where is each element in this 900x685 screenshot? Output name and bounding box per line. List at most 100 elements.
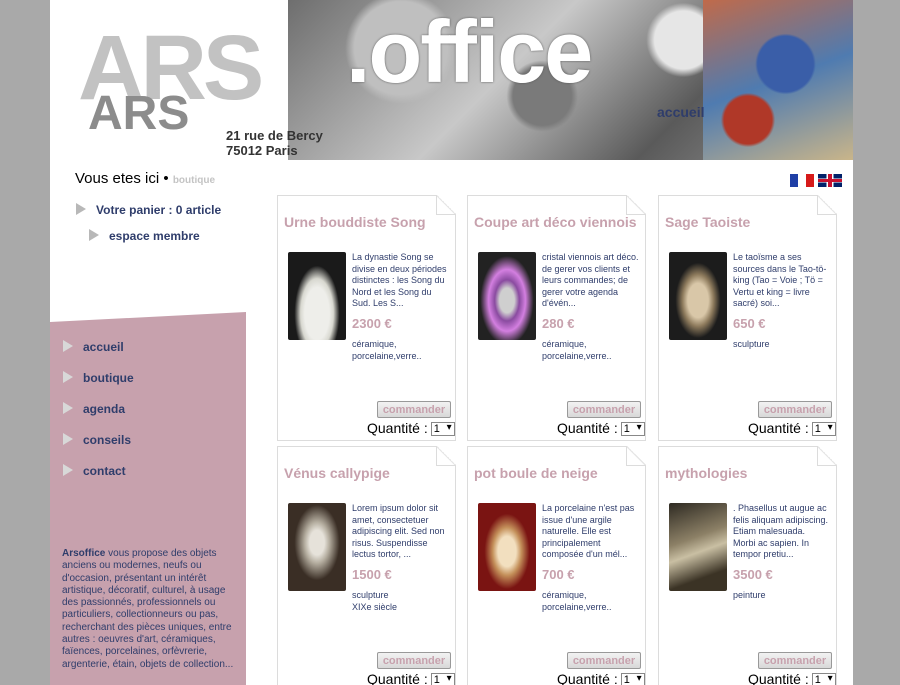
product-price: 650 €	[733, 316, 766, 331]
product-title[interactable]: mythologies	[665, 465, 747, 481]
page-fold-decoration	[817, 446, 837, 466]
main-nav: accueil boutique agenda conseils contact	[63, 340, 134, 495]
quantity-row: Quantité :1	[367, 420, 455, 436]
nav-item-agenda[interactable]: agenda	[63, 402, 134, 433]
breadcrumb-current[interactable]: boutique	[173, 175, 215, 186]
quantity-label: Quantité :	[748, 420, 809, 436]
quantity-row: Quantité :1	[748, 671, 836, 685]
product-description: cristal viennois art déco. de gerer vos …	[542, 252, 639, 308]
order-button[interactable]: commander	[567, 401, 641, 418]
order-button[interactable]: commander	[758, 401, 832, 418]
product-card: mythologies . Phasellus ut augue ac feli…	[658, 446, 837, 685]
order-button[interactable]: commander	[377, 652, 451, 669]
nav-item-label: contact	[83, 464, 126, 478]
cart-link[interactable]: Votre panier : 0 article	[76, 203, 221, 217]
page-fold-decoration	[817, 195, 837, 215]
quantity-select[interactable]: 1	[811, 422, 836, 436]
cart-label: Votre panier : 0 article	[96, 203, 222, 217]
product-description: . Phasellus ut augue ac felis aliquam ad…	[733, 503, 829, 559]
nav-item-label: agenda	[83, 402, 126, 416]
product-title[interactable]: Sage Taoiste	[665, 214, 750, 230]
product-image[interactable]	[288, 503, 346, 591]
product-image[interactable]	[288, 252, 346, 340]
about-text: Arsoffice vous propose des objets ancien…	[62, 548, 244, 671]
member-area-label: espace membre	[109, 229, 200, 243]
nav-item-accueil[interactable]: accueil	[63, 340, 134, 371]
arrow-right-icon	[63, 371, 73, 383]
arrow-right-icon	[63, 402, 73, 414]
product-title[interactable]: Vénus callypige	[284, 465, 390, 481]
about-description: vous propose des objets anciens ou moder…	[62, 548, 234, 670]
quantity-select[interactable]: 1	[430, 673, 455, 685]
small-logo-text: ARS	[88, 87, 190, 140]
product-category: céramique, porcelaine,verre..	[542, 590, 612, 612]
product-card: Coupe art déco viennois cristal viennois…	[467, 195, 646, 441]
nav-item-label: accueil	[83, 340, 124, 354]
arrow-right-icon	[63, 464, 73, 476]
order-button[interactable]: commander	[758, 652, 832, 669]
quantity-select[interactable]: 1	[811, 673, 836, 685]
product-title[interactable]: Coupe art déco viennois	[474, 214, 637, 230]
product-image[interactable]	[669, 252, 727, 340]
breadcrumb-label: Vous etes ici	[75, 170, 160, 187]
product-price: 280 €	[542, 316, 575, 331]
breadcrumb-separator: •	[163, 170, 169, 187]
product-image[interactable]	[478, 252, 536, 340]
arrow-right-icon	[89, 229, 99, 241]
order-button[interactable]: commander	[377, 401, 451, 418]
arrow-right-icon	[63, 340, 73, 352]
address-street: 21 rue de Bercy	[226, 128, 323, 143]
page-fold-decoration	[436, 195, 456, 215]
quantity-label: Quantité :	[748, 671, 809, 685]
quantity-row: Quantité :1	[557, 671, 645, 685]
page-fold-decoration	[626, 446, 646, 466]
product-description: Lorem ipsum dolor sit amet, consectetuer…	[352, 503, 445, 559]
product-category: céramique, porcelaine,verre..	[352, 339, 422, 361]
tibetan-art-image	[703, 0, 853, 160]
product-title[interactable]: Urne bouddiste Song	[284, 214, 426, 230]
breadcrumb: Vous etes ici • boutique	[75, 170, 215, 187]
arrow-right-icon	[76, 203, 86, 215]
member-area-link[interactable]: espace membre	[89, 229, 200, 243]
product-price: 3500 €	[733, 567, 773, 582]
quantity-select[interactable]: 1	[430, 422, 455, 436]
product-card: pot boule de neige La porcelaine n'est p…	[467, 446, 646, 685]
product-description: La porcelaine n'est pas issue d'une argi…	[542, 503, 635, 559]
address-city: 75012 Paris	[226, 143, 298, 158]
small-logo-icon[interactable]: ARS	[88, 90, 189, 150]
quantity-select[interactable]: 1	[620, 673, 645, 685]
header-accueil-link[interactable]: accueil	[657, 104, 704, 120]
product-image[interactable]	[478, 503, 536, 591]
fr-flag-icon[interactable]	[790, 174, 814, 187]
product-price: 1500 €	[352, 567, 392, 582]
quantity-label: Quantité :	[367, 420, 428, 436]
quantity-select[interactable]: 1	[620, 422, 645, 436]
nav-item-contact[interactable]: contact	[63, 464, 134, 495]
product-price: 700 €	[542, 567, 575, 582]
quantity-label: Quantité :	[367, 671, 428, 685]
quantity-row: Quantité :1	[367, 671, 455, 685]
about-brand: Arsoffice	[62, 548, 106, 559]
product-category: sculpture	[733, 339, 770, 349]
product-price: 2300 €	[352, 316, 392, 331]
product-description: Le taoïsme a ses sources dans le Tao-tö-…	[733, 252, 827, 308]
quantity-label: Quantité :	[557, 671, 618, 685]
product-category: céramique, porcelaine,verre..	[542, 339, 612, 361]
nav-item-conseils[interactable]: conseils	[63, 433, 134, 464]
uk-flag-icon[interactable]	[818, 174, 842, 187]
logo-office-text: .office	[346, 2, 593, 101]
arrow-right-icon	[63, 433, 73, 445]
product-description: La dynastie Song se divise en deux pério…	[352, 252, 447, 308]
product-title[interactable]: pot boule de neige	[474, 465, 598, 481]
order-button[interactable]: commander	[567, 652, 641, 669]
quantity-label: Quantité :	[557, 420, 618, 436]
language-switcher	[790, 174, 842, 187]
product-image[interactable]	[669, 503, 727, 591]
quantity-row: Quantité :1	[557, 420, 645, 436]
nav-item-boutique[interactable]: boutique	[63, 371, 134, 402]
header: ARS .office ARS 21 rue de Bercy 75012 Pa…	[50, 0, 853, 160]
quantity-row: Quantité :1	[748, 420, 836, 436]
page-fold-decoration	[436, 446, 456, 466]
nav-item-label: boutique	[83, 371, 134, 385]
address: 21 rue de Bercy 75012 Paris	[226, 128, 323, 158]
